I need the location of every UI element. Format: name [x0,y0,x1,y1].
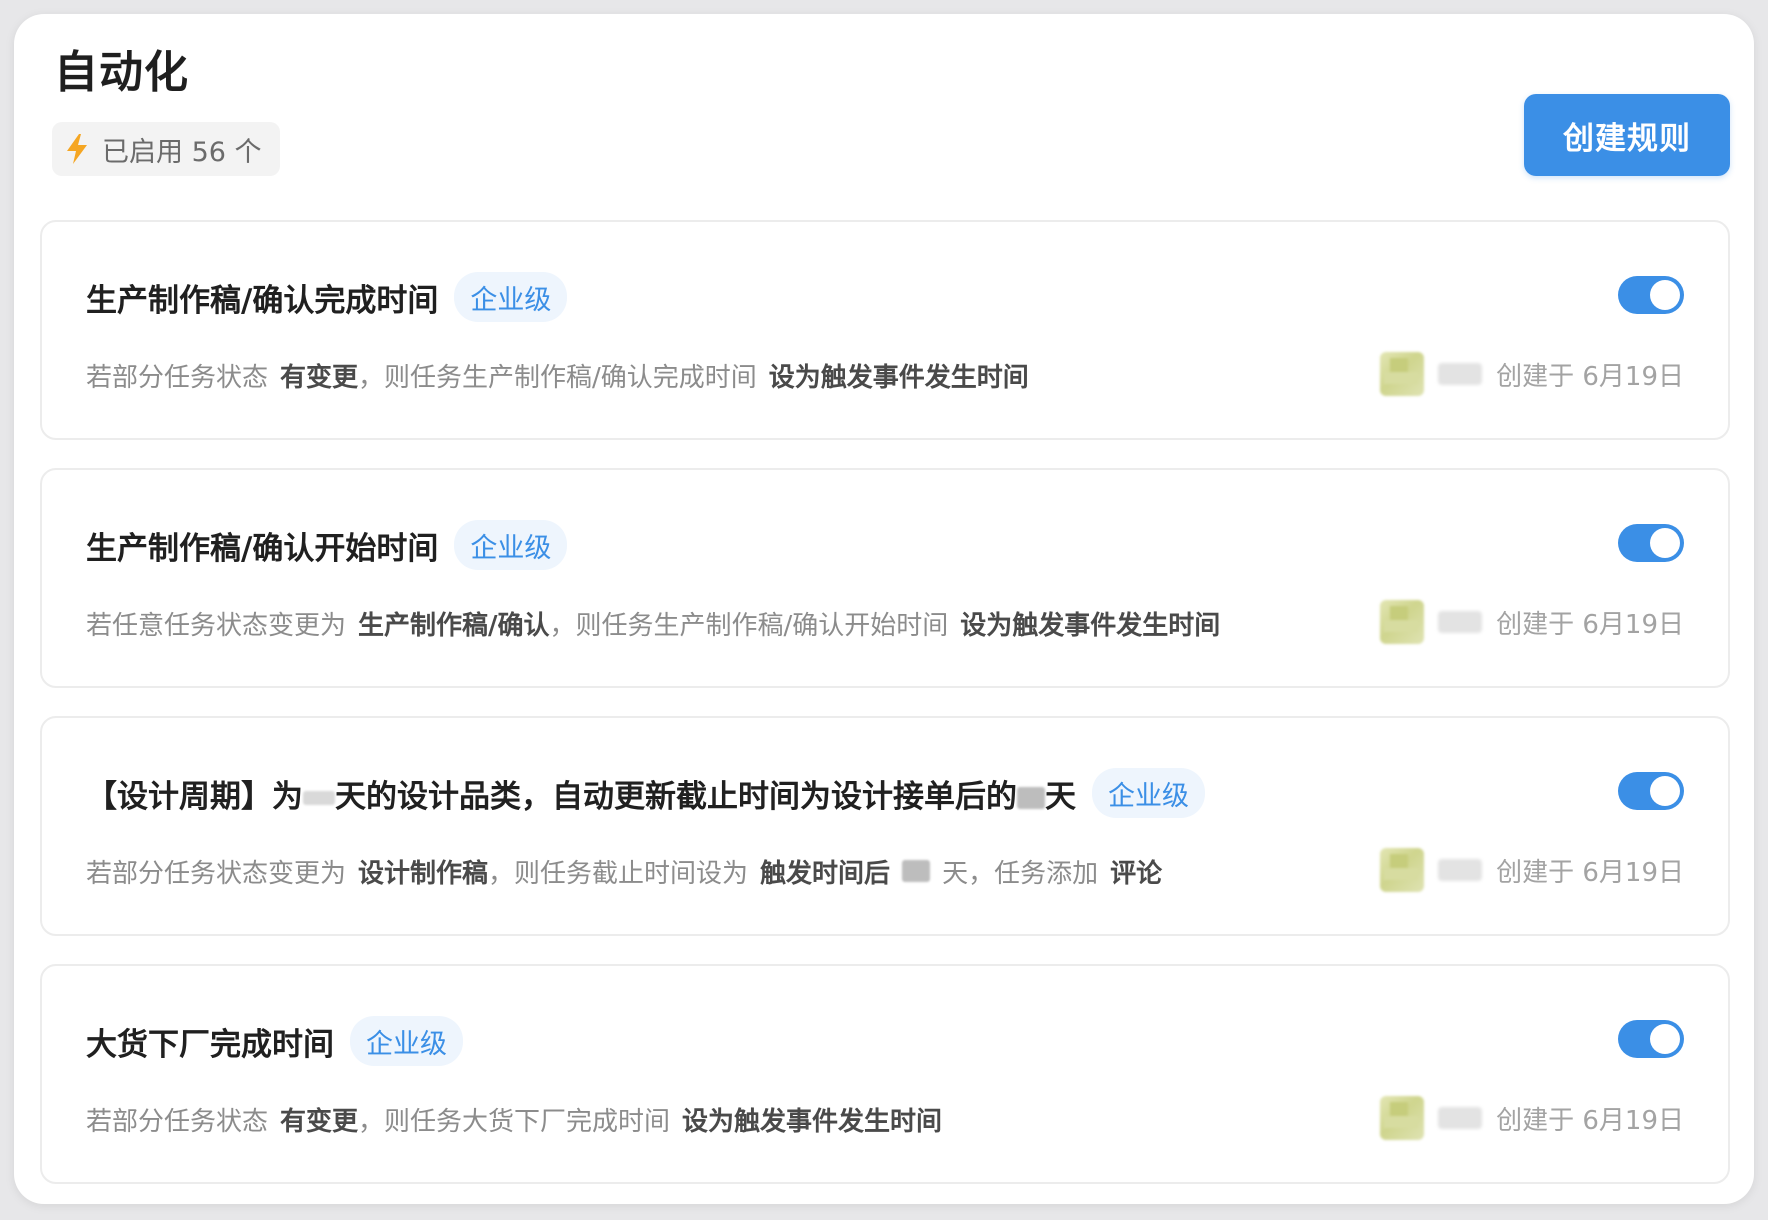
created-date: 创建于 6月19日 [1496,361,1684,392]
created-date: 创建于 6月19日 [1496,857,1684,888]
rule-card[interactable]: 【设计周期】为 天的设计品类，自动更新截止时间为设计接单后的天 企业级 若部分任务… [40,716,1730,936]
rule-title-row: 大货下厂完成时间 企业级 [86,1016,463,1066]
desc-action: 设为触发事件发生时间 [768,362,1029,393]
avatar [1380,600,1425,644]
desc-unit: 天，任务添加 [942,858,1099,889]
rule-enable-toggle[interactable] [1618,276,1684,314]
desc-middle: ，则任务生产制作稿/确认完成时间 [358,362,757,393]
desc-action: 设为触发事件发生时间 [682,1106,943,1137]
redacted-value [1017,787,1045,809]
rule-title: 生产制作稿/确认开始时间 [86,530,439,567]
rule-title-row: 生产制作稿/确认开始时间 企业级 [86,520,568,570]
lightning-bolt-icon [67,134,87,164]
redacted-value [902,860,931,882]
rule-meta: 创建于 6月19日 [1380,348,1684,400]
desc-prefix: 若部分任务状态 [86,362,269,393]
rule-card[interactable]: 生产制作稿/确认开始时间 企业级 若任意任务状态变更为 生产制作稿/确认 ，则任… [40,468,1730,688]
avatar [1380,352,1425,396]
desc-state: 设计制作稿 [358,858,489,889]
rule-description: 若部分任务状态变更为 设计制作稿 ，则任务截止时间设为 触发时间后 天，任务添加… [86,851,1162,891]
rule-title: 大货下厂完成时间 [86,1026,334,1063]
desc-prefix: 若部分任务状态 [86,1106,269,1137]
rule-list: 生产制作稿/确认完成时间 企业级 若部分任务状态 有变更 ，则任务生产制作稿/确… [40,220,1730,1212]
automation-panel: 自动化 已启用 56 个 创建规则 生产制作稿/确认完成时间 企业级 若部分任务… [14,14,1754,1204]
toggle-knob [1650,528,1680,558]
desc-action: 设为触发事件发生时间 [960,610,1221,641]
rule-enable-toggle[interactable] [1618,1020,1684,1058]
page-title: 自动化 [54,47,189,98]
creator-name-redacted [1438,363,1483,385]
desc-state: 生产制作稿/确认 [358,610,550,641]
enterprise-tag: 企业级 [350,1016,463,1066]
rule-title: 【设计周期】为 天的设计品类，自动更新截止时间为设计接单后的天 [86,771,1076,816]
desc-middle: ，则任务生产制作稿/确认开始时间 [549,610,949,641]
desc-middle: ，则任务截止时间设为 [488,858,749,889]
rule-card[interactable]: 大货下厂完成时间 企业级 若部分任务状态 有变更 ，则任务大货下厂完成时间 设为… [40,964,1730,1184]
rule-title-part: 【设计周期】为 [86,778,303,815]
create-rule-button[interactable]: 创建规则 [1524,94,1730,176]
creator-name-redacted [1438,611,1483,633]
enterprise-tag: 企业级 [1092,768,1205,818]
avatar [1380,1096,1425,1140]
desc-state: 有变更 [280,362,359,393]
creator-name-redacted [1438,1107,1483,1129]
enabled-count-badge: 已启用 56 个 [52,122,280,176]
rule-title: 生产制作稿/确认完成时间 [86,282,439,319]
redacted-value [303,791,335,805]
enabled-count-label: 已启用 56 个 [102,136,262,168]
rule-title-part: 天 [1045,778,1076,815]
creator-name-redacted [1438,859,1483,881]
desc-middle: ，则任务大货下厂完成时间 [358,1106,671,1137]
rule-title-part: 天的设计品类，自动更新截止时间为设计接单后的 [335,778,1017,815]
enterprise-tag: 企业级 [454,272,568,322]
enterprise-tag: 企业级 [454,520,568,570]
created-date: 创建于 6月19日 [1496,609,1684,640]
avatar [1380,848,1425,892]
toggle-knob [1650,1024,1680,1054]
rule-title-row: 生产制作稿/确认完成时间 企业级 [86,272,568,322]
toggle-knob [1650,776,1680,806]
created-date: 创建于 6月19日 [1496,1105,1684,1136]
rule-meta: 创建于 6月19日 [1380,596,1684,648]
rule-meta: 创建于 6月19日 [1380,844,1684,896]
rule-description: 若部分任务状态 有变更 ，则任务生产制作稿/确认完成时间 设为触发事件发生时间 [86,355,1029,395]
desc-action: 触发时间后 [760,858,891,889]
rule-description: 若部分任务状态 有变更 ，则任务大货下厂完成时间 设为触发事件发生时间 [86,1099,942,1139]
rule-enable-toggle[interactable] [1618,772,1684,810]
rule-meta: 创建于 6月19日 [1380,1092,1684,1144]
rule-description: 若任意任务状态变更为 生产制作稿/确认 ，则任务生产制作稿/确认开始时间 设为触… [86,603,1220,643]
desc-prefix: 若部分任务状态变更为 [86,858,347,889]
rule-card[interactable]: 生产制作稿/确认完成时间 企业级 若部分任务状态 有变更 ，则任务生产制作稿/确… [40,220,1730,440]
toggle-knob [1650,280,1680,310]
rule-enable-toggle[interactable] [1618,524,1684,562]
rule-title-row: 【设计周期】为 天的设计品类，自动更新截止时间为设计接单后的天 企业级 [86,768,1205,818]
desc-state: 有变更 [280,1106,359,1137]
desc-extra: 评论 [1110,858,1163,889]
desc-prefix: 若任意任务状态变更为 [86,610,347,641]
